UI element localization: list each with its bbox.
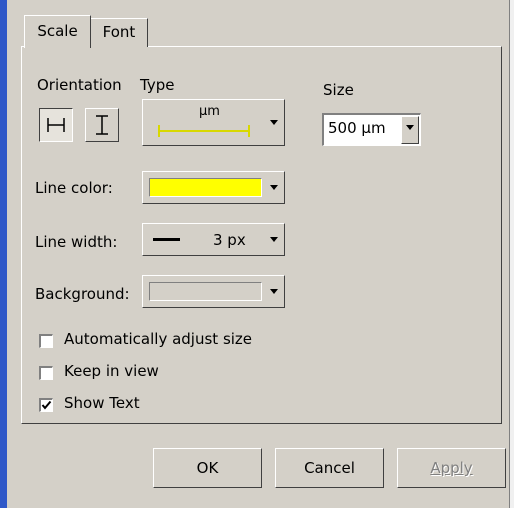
- line-width-dropdown[interactable]: 3 px: [142, 223, 285, 256]
- vertical-scale-icon: [96, 115, 108, 135]
- line-width-label: Line width:: [35, 233, 118, 251]
- line-color-label: Line color:: [35, 179, 113, 197]
- tab-font-label: Font: [102, 23, 136, 41]
- cancel-button[interactable]: Cancel: [275, 448, 384, 488]
- auto-adjust-size-label: Automatically adjust size: [64, 330, 253, 348]
- background-dropdown[interactable]: [142, 275, 285, 308]
- tab-font[interactable]: Font: [90, 18, 148, 47]
- size-label: Size: [323, 81, 354, 99]
- size-value: 500 μm: [328, 119, 386, 137]
- line-color-arrow-icon: [270, 184, 278, 190]
- type-unit-label: μm: [199, 104, 220, 119]
- keep-in-view-label: Keep in view: [64, 362, 159, 380]
- keep-in-view-checkbox[interactable]: [39, 366, 53, 380]
- line-color-swatch: [149, 178, 262, 197]
- checkmark-icon: [41, 400, 52, 410]
- orientation-label: Orientation: [37, 76, 122, 94]
- show-text-label: Show Text: [64, 394, 140, 412]
- apply-button[interactable]: Apply: [397, 448, 506, 488]
- show-text-checkbox[interactable]: [39, 398, 53, 412]
- ok-button[interactable]: OK: [153, 448, 262, 488]
- size-select[interactable]: 500 μm: [322, 113, 421, 146]
- type-dropdown-arrow-icon: [270, 119, 278, 125]
- background-arrow-icon: [270, 288, 278, 294]
- apply-button-label: Apply: [430, 459, 473, 477]
- window-right-edge: [509, 0, 514, 508]
- background-swatch: [149, 282, 262, 301]
- type-dropdown[interactable]: μm: [142, 99, 285, 146]
- size-dropdown-arrow-icon[interactable]: [401, 116, 419, 144]
- scale-tab-panel: Orientation Type Size μm 500 μm Line col…: [21, 46, 502, 424]
- background-label: Background:: [35, 285, 130, 303]
- horizontal-scale-icon: [47, 118, 65, 132]
- line-color-dropdown[interactable]: [142, 171, 285, 204]
- horizontal-orientation-button[interactable]: [39, 108, 73, 142]
- auto-adjust-size-checkbox[interactable]: [39, 334, 53, 348]
- type-label: Type: [140, 76, 175, 94]
- line-width-value: 3 px: [213, 231, 246, 249]
- line-width-sample-icon: [153, 238, 180, 241]
- line-width-arrow-icon: [270, 236, 278, 242]
- tab-scale-label: Scale: [37, 22, 78, 40]
- tab-scale[interactable]: Scale: [24, 15, 91, 48]
- window-left-edge: [0, 0, 7, 508]
- vertical-orientation-button[interactable]: [85, 108, 119, 142]
